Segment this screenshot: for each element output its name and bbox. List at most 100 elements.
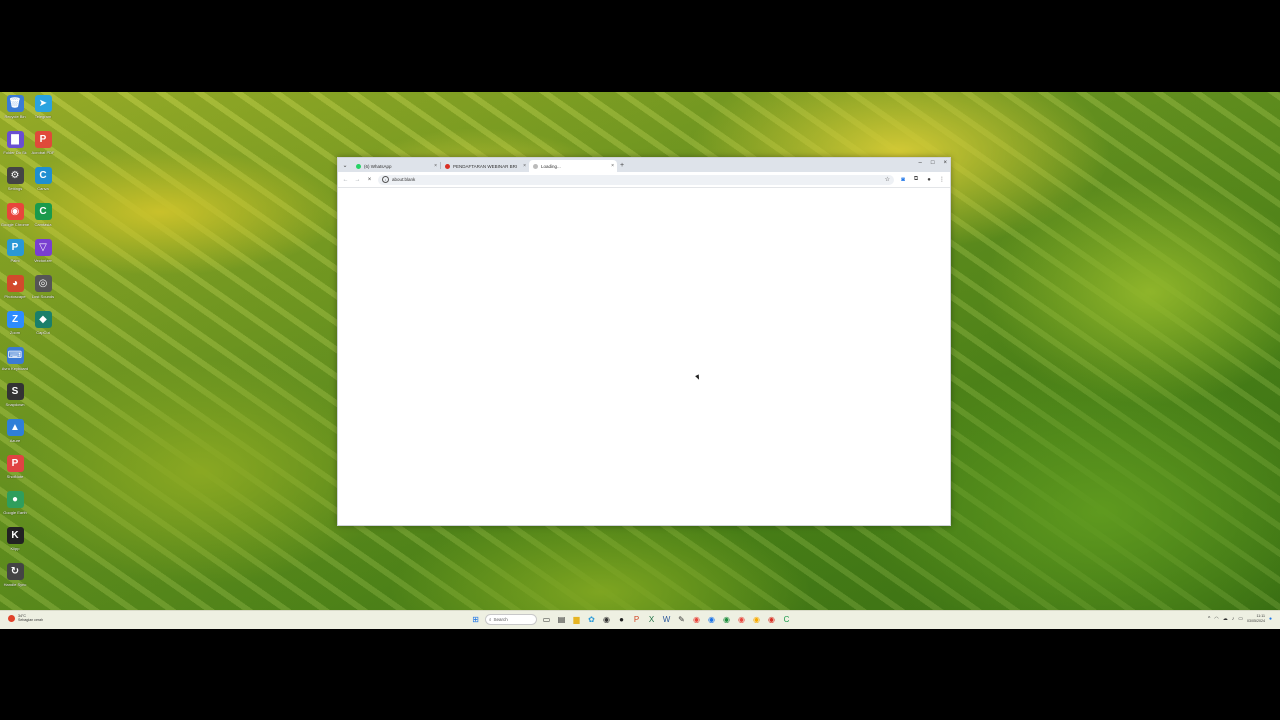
cloud-icon[interactable]: ☁ [1223, 616, 1228, 622]
close-window-button[interactable]: × [943, 160, 947, 166]
camtasia-icon[interactable]: C [781, 614, 792, 625]
minimize-button[interactable]: – [919, 160, 922, 166]
desktop-icon[interactable]: ↻ Handle Sync [2, 561, 28, 595]
desktop-icon[interactable]: ◎ Lost Sounds [30, 273, 56, 307]
taskbar-search[interactable]: ⌕ Search [485, 614, 537, 625]
obs-icon[interactable]: ● [616, 614, 627, 625]
desktop-icon[interactable]: K Klipp [2, 525, 28, 559]
close-tab-icon[interactable]: × [611, 163, 614, 169]
close-tab-icon[interactable]: × [523, 163, 526, 169]
url-text: about:blank [392, 177, 416, 182]
app-icon: ▇ [6, 131, 24, 148]
stop-loading-button[interactable]: × [366, 177, 373, 183]
desktop-icon-label: CapCut [36, 330, 50, 335]
chrome-icon-2[interactable]: ◉ [706, 614, 717, 625]
desktop-icon[interactable]: ▲ Azure [2, 417, 28, 451]
tab-title: (6) WhatsApp [364, 163, 392, 169]
chrome-icon-1[interactable]: ◉ [691, 614, 702, 625]
media-icon[interactable]: ◉ [601, 614, 612, 625]
app-icon: ▽ [34, 239, 52, 256]
powerpoint-icon[interactable]: P [631, 614, 642, 625]
desktop-icon-label: Folder Do Sk [3, 150, 27, 155]
app-icon: K [6, 527, 24, 544]
back-button[interactable]: ← [342, 177, 349, 183]
search-icon: ⌕ [489, 617, 492, 622]
file-explorer-icon[interactable]: ▭ [541, 614, 552, 625]
excel-icon[interactable]: X [646, 614, 657, 625]
desktop-icon[interactable]: ● Google Earth [2, 489, 28, 523]
desktop-icon[interactable]: P Paint [2, 237, 28, 271]
pen-icon[interactable]: ✎ [676, 614, 687, 625]
page-content[interactable] [338, 188, 950, 525]
chrome-icon-3[interactable]: ◉ [721, 614, 732, 625]
app-icon: ◎ [34, 275, 52, 292]
copilot-icon[interactable]: ✿ [586, 614, 597, 625]
tab-search-icon[interactable]: ⌄ [338, 158, 352, 172]
app-icon: Z [6, 311, 24, 328]
clock[interactable]: 11:11 03/05/2024 [1247, 614, 1265, 623]
desktop-icon[interactable]: ⚙ Settings [2, 165, 28, 199]
chrome-icon-4[interactable]: ◉ [736, 614, 747, 625]
app-icon: 🗑 [6, 95, 24, 112]
tab-loading[interactable]: Loading... × [529, 160, 617, 172]
desktop-icon-label: Telegram [34, 114, 52, 119]
close-tab-icon[interactable]: × [434, 163, 437, 169]
whatsapp-favicon-icon [356, 163, 361, 169]
start-icon[interactable]: ⊞ [470, 614, 481, 625]
desktop-icon[interactable]: S Snapdown [2, 381, 28, 415]
app-icon: ⌨ [6, 347, 24, 364]
desktop-icon[interactable]: ➤ Telegram [30, 93, 56, 127]
tab-webinar[interactable]: PENDAFTARAN WEBINAR BRI × [441, 160, 529, 172]
taskbar-apps: ⊞ ⌕ Search ▭ ▤ ▆ ✿ ◉ ● P X W ✎ ◉ ◉ ◉ ◉ ◉ ◉ C [470, 614, 792, 625]
desktop-icon[interactable]: ◕ Photoscape [2, 273, 28, 307]
desktop-icon[interactable]: C Canva [30, 165, 56, 199]
app-icon: P [34, 131, 52, 148]
volume-icon[interactable]: ♪ [1232, 616, 1235, 622]
app-icon: P [6, 455, 24, 472]
wifi-icon[interactable]: ◠ [1214, 616, 1218, 622]
tab-title: PENDAFTARAN WEBINAR BRI [453, 163, 518, 169]
gmail-favicon-icon [445, 163, 450, 169]
bookmark-star-icon[interactable]: ☆ [885, 176, 890, 183]
desktop-icon[interactable]: ▇ Folder Do Sk [2, 129, 28, 163]
desktop-icon[interactable]: 🗑 Recycle Bin [2, 93, 28, 127]
browser-toolbar: ← → × i about:blank ☆ ◙ ⧉ ● ⋮ [338, 172, 950, 188]
tab-strip: ⌄ (6) WhatsApp × PENDAFTARAN WEBINAR BRI… [338, 158, 950, 172]
tray-chevron-icon[interactable]: ^ [1208, 616, 1210, 622]
notification-icon[interactable]: ● [1269, 616, 1272, 622]
browser-window[interactable]: ⌄ (6) WhatsApp × PENDAFTARAN WEBINAR BRI… [337, 157, 951, 526]
battery-icon[interactable]: ▭ [1238, 616, 1243, 622]
desktop-icon[interactable]: ◉ Google Chrome [0, 201, 30, 235]
desktop-icon[interactable]: ⌨ Avro Keyboard [2, 345, 28, 379]
tab-whatsapp[interactable]: (6) WhatsApp × [352, 160, 440, 172]
desktop-icon[interactable]: ◆ CapCut [30, 309, 56, 343]
taskbar: 34°C Sebagian cerah ⊞ ⌕ Search ▭ ▤ ▆ ✿ ◉ ● P X W ✎ ◉ ◉… [0, 610, 1280, 629]
task-view-icon[interactable]: ▤ [556, 614, 567, 625]
chrome-icon-6[interactable]: ◉ [766, 614, 777, 625]
desktop-icon[interactable]: P Acrobat PDF [30, 129, 56, 163]
app-icon: P [6, 239, 24, 256]
word-icon[interactable]: W [661, 614, 672, 625]
app-icon: ▲ [6, 419, 24, 436]
app-icon: ◕ [6, 275, 24, 292]
desktop-icon[interactable]: P ShotNote [2, 453, 28, 487]
site-info-icon[interactable]: i [382, 176, 389, 183]
address-bar[interactable]: i about:blank ☆ [378, 174, 894, 185]
profile-avatar-icon[interactable]: ● [925, 177, 933, 183]
extensions-puzzle-icon[interactable]: ⧉ [912, 176, 920, 183]
desktop-icon-label: Azure [9, 438, 21, 443]
maximize-button[interactable]: □ [931, 160, 935, 166]
weather-widget[interactable]: 34°C Sebagian cerah [8, 614, 43, 622]
extension-icon[interactable]: ◙ [899, 177, 907, 183]
new-tab-button[interactable]: + [617, 162, 627, 169]
menu-kebab-icon[interactable]: ⋮ [938, 176, 946, 183]
chrome-icon-5[interactable]: ◉ [751, 614, 762, 625]
forward-button[interactable]: → [354, 177, 361, 183]
desktop-icon[interactable]: C Camtasia [30, 201, 56, 235]
desktop-icon-label: Google Chrome [0, 222, 30, 227]
app-icon: C [34, 167, 52, 184]
desktop-icon[interactable]: Z Zoom [2, 309, 28, 343]
desktop-icon-label: Lost Sounds [31, 294, 55, 299]
folder-icon[interactable]: ▆ [571, 614, 582, 625]
desktop-icon[interactable]: ▽ Vectorizer [30, 237, 56, 271]
